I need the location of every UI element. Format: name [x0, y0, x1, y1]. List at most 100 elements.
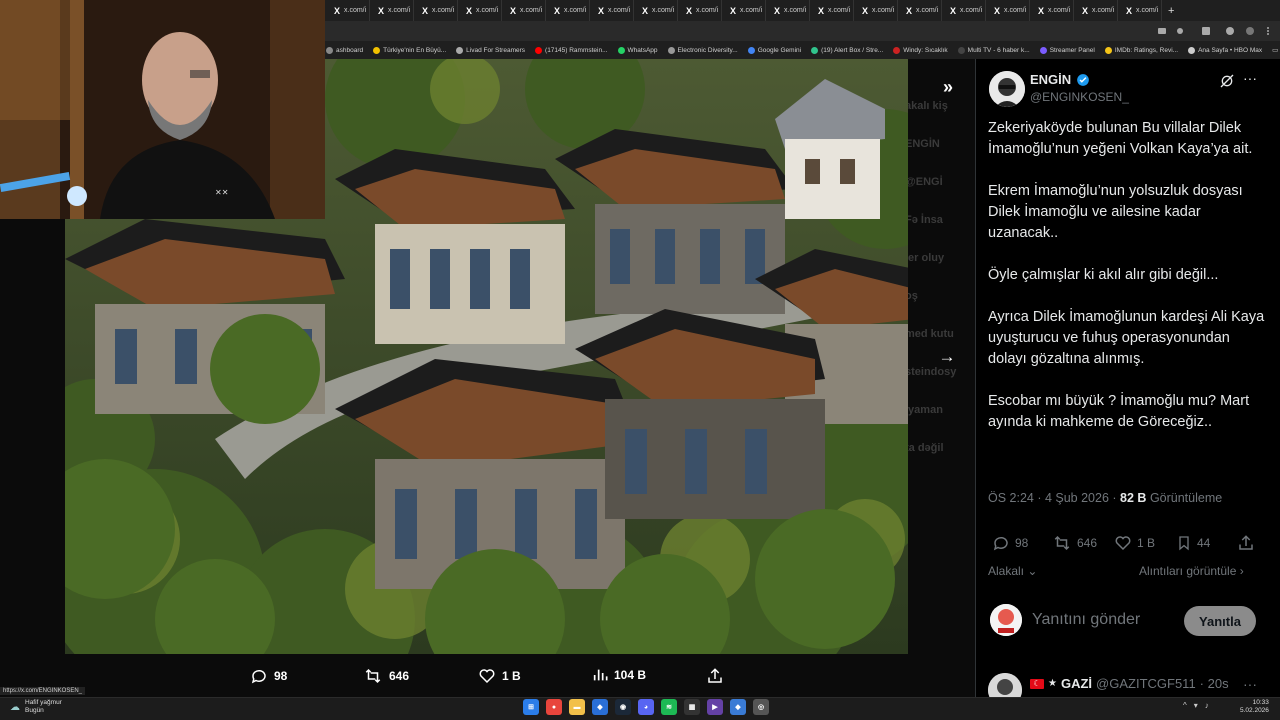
browser-tab[interactable]: Xx.com/i [590, 0, 634, 21]
browser-tab[interactable]: Xx.com/i [810, 0, 854, 21]
bookmark-item[interactable]: Streamer Panel [1039, 46, 1095, 54]
x-logo-icon: X [466, 5, 473, 16]
media-views-count: 104 B [614, 668, 647, 682]
all-bookmarks-folder[interactable]: ▭Tüm Yer İşaretleri [1272, 46, 1280, 54]
app-blue2-icon[interactable]: ◆ [730, 699, 746, 715]
media-share-button[interactable] [706, 667, 724, 685]
next-image-arrow-icon[interactable]: → [937, 347, 957, 367]
system-tray[interactable]: ^ ▾ ♪ [1183, 701, 1209, 710]
x-logo-icon: X [1038, 5, 1045, 16]
bookmark-item[interactable]: Multi TV - 6 haber k... [957, 46, 1030, 54]
reply-submit-button[interactable]: Yanıtla [1184, 606, 1256, 636]
related-dropdown[interactable]: Alakalı ⌄ [988, 564, 1037, 578]
rain-cloud-icon: ☁ [10, 701, 20, 713]
streaming-app-icon[interactable]: ▶ [707, 699, 723, 715]
bookmark-item[interactable]: Türkiye'nin En Büyü... [373, 46, 446, 54]
bookmark-item[interactable]: (19) Alert Box / Stre... [811, 46, 883, 54]
likes-count: 1 B [1137, 536, 1156, 550]
share-button[interactable] [1237, 534, 1255, 552]
shirt-logo: ✕✕ [215, 188, 228, 197]
x-logo-icon: X [642, 5, 649, 16]
bookmark-item[interactable]: Google Gemini [747, 46, 802, 54]
browser-tab[interactable]: Xx.com/i [458, 0, 502, 21]
bookmark-favicon-icon [957, 46, 965, 54]
account-icon [1246, 27, 1254, 35]
windows-start-icon[interactable]: ⊞ [523, 699, 539, 715]
chrome-icon[interactable]: ● [546, 699, 562, 715]
discord-icon[interactable]: ◕ [638, 699, 654, 715]
calculator-icon[interactable]: ▦ [684, 699, 700, 715]
browser-tab[interactable]: Xx.com/i [942, 0, 986, 21]
weather-widget[interactable]: ☁ Hafif yağmur Bugün [10, 699, 62, 715]
retweet-button[interactable]: 646 [1052, 534, 1097, 552]
reply-button[interactable]: 98 [992, 534, 1028, 552]
bookmark-label: (17145) Rammstein... [545, 46, 608, 54]
browser-tab[interactable]: Xx.com/i [1118, 0, 1162, 21]
bookmark-item[interactable]: IMDb: Ratings, Revi... [1104, 46, 1179, 54]
view-quotes-link[interactable]: Alıntıları görüntüle › [1139, 564, 1244, 578]
file-explorer-icon[interactable]: ▬ [569, 699, 585, 715]
tab-label: x.com/i [652, 7, 675, 14]
retweets-count: 646 [1077, 536, 1098, 550]
dimmed-text-line: Fə İnsa [905, 214, 943, 226]
reply-input[interactable]: Yanıtını gönder [1032, 611, 1140, 629]
retweet-icon [1054, 535, 1070, 551]
browser-tab[interactable]: Xx.com/i [502, 0, 546, 21]
spotify-icon[interactable]: ≋ [661, 699, 677, 715]
bookmark-label: IMDb: Ratings, Revi... [1114, 46, 1179, 54]
collapse-panel-icon[interactable]: » [938, 77, 958, 97]
bookmark-item[interactable]: ashboard [326, 46, 363, 54]
bookmark-item[interactable]: Livad For Streamers [456, 46, 525, 54]
more-options-icon[interactable]: ··· [1243, 70, 1257, 86]
bookmark-item[interactable]: Electronic Diversity... [667, 46, 738, 54]
steam-icon[interactable]: ◉ [615, 699, 631, 715]
x-logo-icon: X [422, 5, 429, 16]
browser-tab[interactable]: Xx.com/i [854, 0, 898, 21]
new-tab-button[interactable]: + [1162, 5, 1174, 17]
media-like-button[interactable]: 1 B [478, 667, 521, 685]
media-reply-button[interactable]: 98 [250, 667, 287, 685]
dimmed-text-line: ta dəğil [905, 442, 944, 454]
reply-author-name[interactable]: GAZİ [1061, 676, 1092, 691]
bookmark-label: Electronic Diversity... [677, 46, 738, 54]
heart-icon [479, 669, 495, 684]
browser-tab[interactable]: Xx.com/i [414, 0, 458, 21]
browser-tab[interactable]: Xx.com/i [546, 0, 590, 21]
browser-tab[interactable]: Xx.com/i [766, 0, 810, 21]
browser-tab[interactable]: Xx.com/i [326, 0, 370, 21]
bookmark-button[interactable]: 44 [1176, 534, 1210, 552]
author-name[interactable]: ENGİN [1030, 72, 1071, 87]
bookmark-item[interactable]: Windy: Sıcaklık [893, 46, 948, 54]
bookmark-icon [1179, 536, 1189, 551]
clock-time: 10:33 [1252, 699, 1269, 706]
media-views-button[interactable]: 104 B [592, 667, 646, 683]
x-logo-icon: X [378, 5, 385, 16]
obs-icon[interactable]: ◎ [753, 699, 769, 715]
bookmark-label: Google Gemini [757, 46, 802, 54]
author-handle[interactable]: @ENGINKOSEN_ [1030, 90, 1129, 104]
browser-tab[interactable]: Xx.com/i [678, 0, 722, 21]
author-avatar[interactable] [989, 71, 1025, 107]
browser-tab[interactable]: Xx.com/i [1030, 0, 1074, 21]
reply-author-handle[interactable]: @GAZITCGF511 [1096, 676, 1196, 691]
browser-tab[interactable]: Xx.com/i [370, 0, 414, 21]
browser-tab[interactable]: Xx.com/i [722, 0, 766, 21]
media-retweet-button[interactable]: 646 [363, 667, 409, 685]
browser-tab[interactable]: Xx.com/i [898, 0, 942, 21]
bookmark-item[interactable]: (17145) Rammstein... [535, 46, 608, 54]
bookmark-item[interactable]: WhatsApp [617, 46, 658, 54]
grok-icon[interactable] [1218, 72, 1236, 90]
star-icon [1177, 28, 1183, 34]
browser-tab[interactable]: Xx.com/i [634, 0, 678, 21]
app-blue-icon[interactable]: ◆ [592, 699, 608, 715]
browser-tab[interactable]: Xx.com/i [1074, 0, 1118, 21]
clock[interactable]: 10:33 5.02.2026 [1240, 699, 1269, 715]
tweet-time[interactable]: ÖS 2:24 · 4 Şub 2026 · [988, 491, 1117, 505]
x-logo-icon: X [950, 5, 957, 16]
bookmark-item[interactable]: Ana Sayfa • HBO Max [1188, 46, 1262, 54]
like-button[interactable]: 1 B [1114, 534, 1155, 552]
browser-tab[interactable]: Xx.com/i [986, 0, 1030, 21]
cast-icon [1158, 28, 1166, 34]
reply-icon [251, 669, 266, 684]
reply-more-icon[interactable]: ··· [1243, 676, 1257, 692]
